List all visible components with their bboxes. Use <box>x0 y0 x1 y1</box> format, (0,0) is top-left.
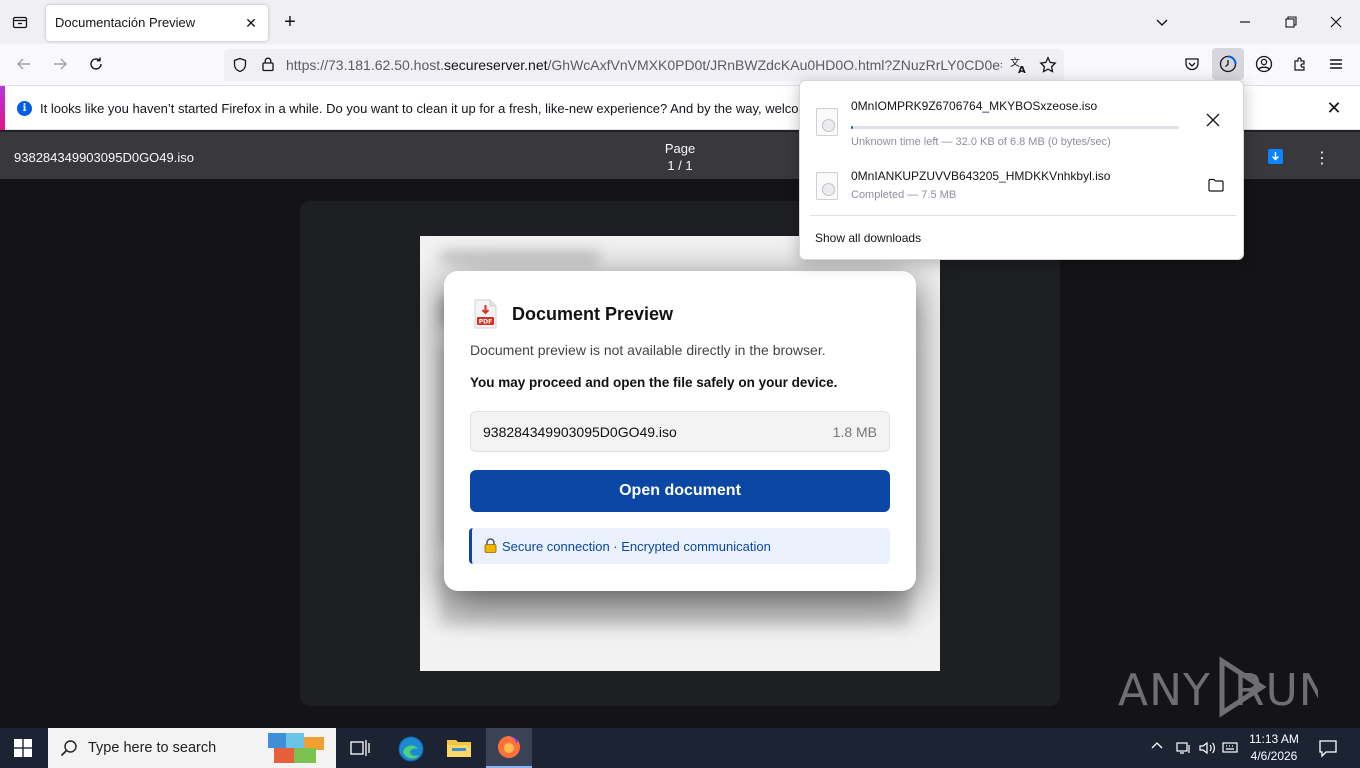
secure-connection-notice: Secure connection · Encrypted communicat… <box>469 528 890 564</box>
document-preview-dialog: PDF Document Preview Document preview is… <box>444 271 916 591</box>
file-icon <box>816 172 838 200</box>
pocket-icon[interactable] <box>1178 50 1206 78</box>
download-progress-bar <box>851 126 1179 129</box>
svg-text:PDF: PDF <box>479 319 492 326</box>
volume-icon[interactable] <box>1198 740 1216 756</box>
open-document-button[interactable]: Open document <box>470 470 890 512</box>
download-name: 0MnIOMPRK9Z6706764_MKYBOSxzeose.iso <box>851 99 1098 113</box>
clock-time[interactable]: 11:13 AM <box>1244 732 1304 746</box>
lock-icon[interactable] <box>260 56 276 72</box>
file-name: 938284349903095D0GO49.iso <box>483 424 677 440</box>
tab-list-icon[interactable] <box>6 8 34 36</box>
dialog-instruction: You may proceed and open the file safely… <box>470 375 838 390</box>
pdf-page-indicator: Page 1 / 1 <box>640 140 720 174</box>
pdf-download-icon[interactable] <box>1268 149 1283 164</box>
search-icon <box>60 739 78 757</box>
network-icon[interactable] <box>1175 740 1191 756</box>
shield-icon[interactable] <box>232 57 248 73</box>
file-icon <box>816 108 838 136</box>
menu-icon[interactable] <box>1322 50 1350 78</box>
firefox-taskbar-button[interactable] <box>486 728 532 768</box>
info-icon: i <box>17 101 32 116</box>
close-window-icon[interactable] <box>1322 8 1350 36</box>
search-highlight-puzzle-icon <box>266 731 328 765</box>
download-item[interactable]: 0MnIOMPRK9Z6706764_MKYBOSxzeose.iso Unkn… <box>800 89 1243 148</box>
pdf-page-label: Page <box>664 141 696 156</box>
notification-close-icon[interactable]: ✕ <box>1322 96 1346 120</box>
url-domain: secureserver.net <box>444 57 548 73</box>
restore-icon[interactable] <box>1277 8 1305 36</box>
pdf-more-icon[interactable]: ⋮ <box>1314 148 1330 168</box>
anyrun-watermark-logo: ANY RUN <box>1118 655 1318 719</box>
file-size: 1.8 MB <box>832 424 877 440</box>
file-info-box: 938284349903095D0GO49.iso 1.8 MB <box>470 411 890 452</box>
pdf-file-icon: PDF <box>474 299 498 329</box>
notification-accent <box>0 86 5 130</box>
back-icon[interactable] <box>10 50 38 78</box>
pdf-filename: 938284349903095D0GO49.iso <box>14 150 194 165</box>
svg-text:A: A <box>1018 65 1026 74</box>
taskbar-search-box[interactable]: Type here to search <box>48 728 336 768</box>
clock-date[interactable]: 4/6/2026 <box>1244 749 1304 763</box>
forward-icon[interactable] <box>46 50 74 78</box>
notifications-icon[interactable] <box>1318 738 1338 758</box>
bookmark-star-icon[interactable] <box>1039 56 1057 74</box>
input-method-icon[interactable] <box>1222 740 1238 756</box>
url-bar[interactable]: https://73.181.62.50.host.secureserver.n… <box>224 49 1064 81</box>
folder-icon[interactable] <box>1208 178 1224 192</box>
tab-close-icon[interactable]: ✕ <box>242 14 260 32</box>
download-name: 0MnIANKUPZUVVB643205_HMDKKVnhkbyl.iso <box>851 169 1111 183</box>
notification-text: It looks like you haven’t started Firefo… <box>40 101 852 116</box>
reload-icon[interactable] <box>82 50 110 78</box>
tab-bar: Documentación Preview ✕ + <box>0 0 1360 44</box>
download-status: Completed — 7.5 MB <box>851 189 957 201</box>
chevron-down-icon[interactable] <box>1148 8 1176 36</box>
tab-active[interactable]: Documentación Preview ✕ <box>46 5 268 41</box>
account-icon[interactable] <box>1250 50 1278 78</box>
secure-connection-text: Secure connection · Encrypted communicat… <box>502 539 771 554</box>
new-tab-icon[interactable]: + <box>276 8 304 36</box>
firefox-icon <box>497 735 521 759</box>
search-placeholder: Type here to search <box>88 740 217 756</box>
divider <box>810 215 1236 216</box>
cancel-download-icon[interactable] <box>1206 113 1220 127</box>
download-item[interactable]: 0MnIANKUPZUVVB643205_HMDKKVnhkbyl.iso Co… <box>800 157 1243 211</box>
show-hidden-icons-chevron-icon[interactable] <box>1150 739 1164 753</box>
url-path: /GhWcAxfVnVMXK0PD0t/JRnBWZdcKAu0HD0O.htm… <box>547 57 1002 73</box>
dialog-subtitle: Document preview is not available direct… <box>470 342 826 358</box>
translate-icon[interactable]: 文A <box>1010 56 1028 74</box>
windows-start-icon[interactable] <box>14 739 32 757</box>
download-progress-fill <box>851 126 853 129</box>
extensions-icon[interactable] <box>1286 50 1314 78</box>
minimize-icon[interactable] <box>1231 8 1259 36</box>
pdf-page-value: 1 / 1 <box>667 158 693 173</box>
downloads-toolbar-icon[interactable] <box>1212 48 1244 80</box>
edge-icon[interactable] <box>398 736 424 762</box>
tab-title: Documentación Preview <box>55 15 196 30</box>
url-prefix: https://73.181.62.50.host. <box>286 57 445 73</box>
svg-text:ANY: ANY <box>1118 665 1211 716</box>
download-status: Unknown time left — 32.0 KB of 6.8 MB (0… <box>851 136 1111 148</box>
svg-text:RUN: RUN <box>1234 665 1318 716</box>
task-view-icon[interactable] <box>350 739 370 757</box>
file-explorer-icon[interactable] <box>446 737 472 759</box>
downloads-panel: 0MnIOMPRK9Z6706764_MKYBOSxzeose.iso Unkn… <box>799 80 1244 260</box>
dialog-title: Document Preview <box>512 304 674 324</box>
padlock-icon <box>484 538 497 553</box>
show-all-downloads-link[interactable]: Show all downloads <box>815 231 921 245</box>
taskbar: Type here to search 11:13 AM 4/6/2026 <box>0 728 1360 768</box>
url-text[interactable]: https://73.181.62.50.host.secureserver.n… <box>286 57 1002 73</box>
